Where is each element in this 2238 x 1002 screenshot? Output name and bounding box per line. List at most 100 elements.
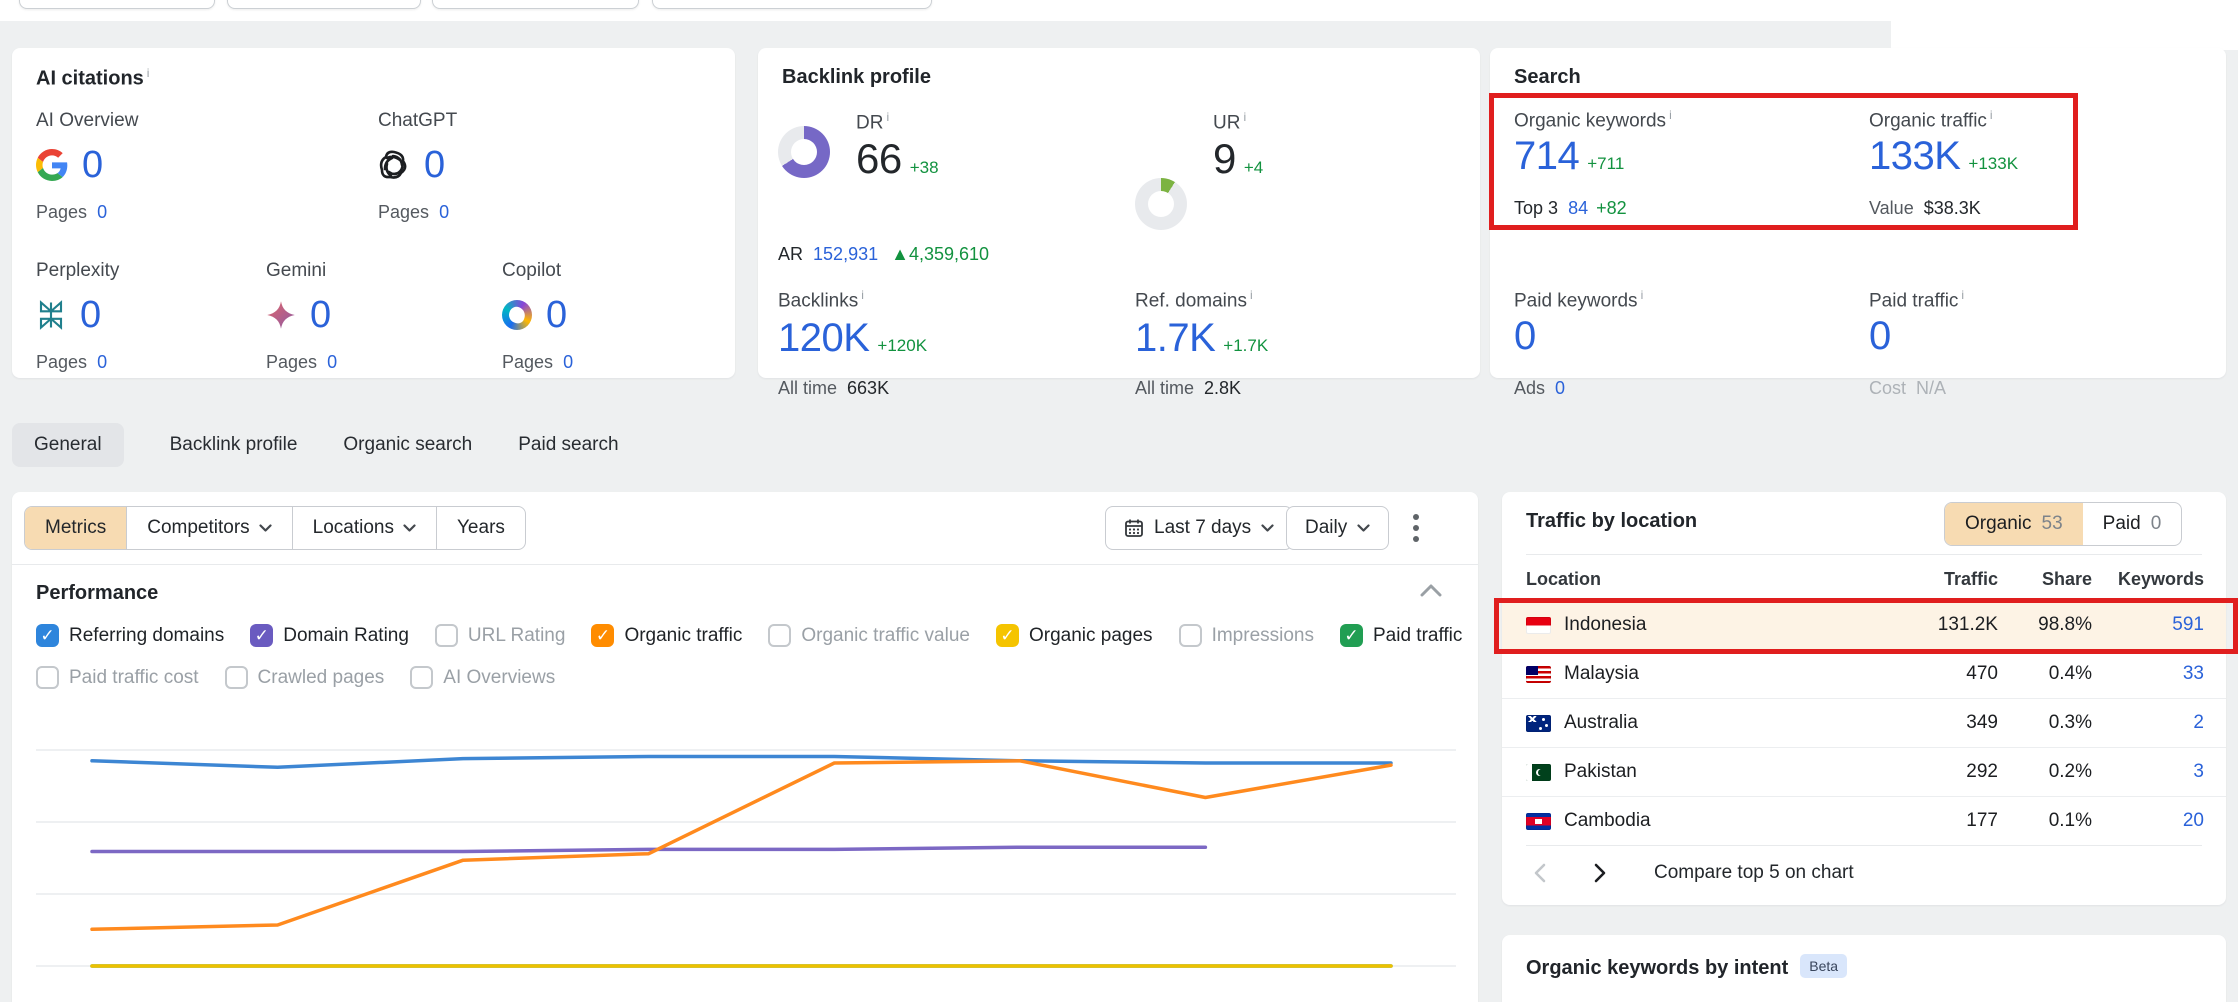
top3-line: Top 3 84+82	[1514, 198, 1627, 219]
organic-keywords-label: Organic keywordsi	[1514, 108, 1672, 132]
ai-overview-count[interactable]: 0	[82, 146, 103, 184]
checkbox-icon	[410, 666, 433, 689]
ai-item-copilot: Copilot 0 Pages 0	[502, 260, 573, 373]
checkbox-paid-traffic-cost[interactable]: Paid traffic cost	[36, 666, 199, 689]
tab-organic-search[interactable]: Organic search	[343, 434, 472, 456]
copilot-icon	[502, 300, 532, 330]
paid-keywords-label: Paid keywordsi	[1514, 288, 1643, 312]
performance-legend-row-1: Referring domains Domain Rating URL Rati…	[36, 624, 1462, 647]
keywords-link[interactable]: 20	[2092, 810, 2204, 832]
perplexity-count[interactable]: 0	[80, 296, 101, 334]
divider	[1526, 554, 2202, 555]
backlinks-value[interactable]: 120K	[778, 316, 869, 360]
ref-domains-alltime: All time 2.8K	[1135, 378, 1241, 399]
backlink-profile-card: Backlink profile DRi 66+38 AR 152,931 ▲4…	[758, 48, 1480, 378]
organic-paid-toggle: Organic53 Paid0	[1944, 502, 2182, 546]
domain-input[interactable]	[227, 0, 421, 9]
prev-page-arrow-icon[interactable]	[1526, 858, 1556, 888]
performance-card: Metrics Competitors Locations Years Last…	[12, 492, 1478, 1002]
keywords-link[interactable]: 33	[2092, 663, 2204, 685]
keywords-link[interactable]: 3	[2092, 761, 2204, 783]
backlinks-label: Backlinksi	[778, 288, 864, 312]
ai-citations-card: AI citationsi AI Overview 0 Pages 0 Chat…	[12, 48, 735, 378]
date-range-dropdown[interactable]: Last 7 days	[1105, 506, 1293, 550]
australia-flag	[1526, 715, 1551, 732]
dr-delta: +38	[910, 158, 939, 177]
checkbox-icon	[996, 624, 1019, 647]
checkbox-icon	[225, 666, 248, 689]
checkbox-icon	[36, 666, 59, 689]
dr-donut-chart	[778, 126, 830, 178]
table-row-malaysia[interactable]: Malaysia 470 0.4% 33	[1502, 649, 2226, 698]
indonesia-flag	[1526, 617, 1551, 634]
table-row-pakistan[interactable]: Pakistan 292 0.2% 3	[1502, 747, 2226, 796]
tab-backlink-profile[interactable]: Backlink profile	[170, 434, 298, 456]
ai-citations-title: AI citationsi	[36, 66, 149, 91]
ref-domains-value-row: 1.7K+1.7K	[1135, 318, 1268, 358]
tab-paid-search[interactable]: Paid search	[518, 434, 618, 456]
ads-line: Ads 0	[1514, 378, 1565, 399]
paid-keywords-value[interactable]: 0	[1514, 314, 1536, 358]
backlink-profile-title: Backlink profile	[782, 66, 931, 89]
table-row-australia[interactable]: Australia 349 0.3% 2	[1502, 698, 2226, 747]
checkbox-organic-pages[interactable]: Organic pages	[996, 624, 1153, 647]
search-card: Search Organic keywordsi 714+711 Top 3 8…	[1490, 48, 2226, 378]
table-row-cambodia[interactable]: Cambodia 177 0.1% 20	[1502, 796, 2226, 845]
copilot-count[interactable]: 0	[546, 296, 567, 334]
chart-line-domain-rating	[92, 847, 1205, 851]
paid-traffic-value-row: 0	[1869, 316, 1891, 356]
google-icon	[36, 149, 68, 181]
years-button[interactable]: Years	[436, 507, 525, 549]
checkbox-ai-overviews[interactable]: AI Overviews	[410, 666, 555, 689]
chatgpt-count[interactable]: 0	[424, 146, 445, 184]
keywords-by-intent-card: Organic keywords by intentBeta	[1502, 935, 2226, 1002]
organic-traffic-value-row: 133K+133K	[1869, 136, 2018, 176]
kebab-menu-icon[interactable]	[1412, 512, 1420, 544]
granularity-dropdown[interactable]: Daily	[1286, 506, 1389, 550]
collapse-chevron-up-icon[interactable]	[1420, 584, 1442, 597]
traffic-value-line: Value $38.3K	[1869, 198, 1981, 219]
checkbox-crawled-pages[interactable]: Crawled pages	[225, 666, 385, 689]
ref-domains-value[interactable]: 1.7K	[1135, 316, 1215, 360]
table-row-indonesia[interactable]: Indonesia 131.2K 98.8% 591	[1502, 600, 2226, 649]
chatgpt-pages: Pages 0	[378, 202, 457, 223]
perplexity-icon	[36, 300, 66, 330]
ai-item-chatgpt: ChatGPT 0 Pages 0	[378, 110, 457, 223]
keywords-link[interactable]: 591	[2092, 614, 2204, 636]
search-title: Search	[1514, 66, 1581, 89]
checkbox-icon	[1179, 624, 1202, 647]
tab-general[interactable]: General	[12, 423, 124, 467]
next-page-arrow-icon[interactable]	[1584, 858, 1614, 888]
competitors-dropdown[interactable]: Competitors	[126, 507, 291, 549]
gemini-count[interactable]: 0	[310, 296, 331, 334]
chevron-down-icon	[1261, 524, 1274, 532]
beta-badge: Beta	[1800, 954, 1847, 978]
locations-dropdown[interactable]: Locations	[292, 507, 436, 549]
keywords-link[interactable]: 2	[2092, 712, 2204, 734]
ai-overview-pages: Pages 0	[36, 202, 138, 223]
pakistan-flag	[1526, 764, 1551, 781]
paid-traffic-value[interactable]: 0	[1869, 314, 1891, 358]
checkbox-organic-traffic-value[interactable]: Organic traffic value	[768, 624, 970, 647]
ref-domains-label: Ref. domainsi	[1135, 288, 1253, 312]
domain-input[interactable]	[652, 0, 932, 9]
checkbox-icon	[1340, 624, 1363, 647]
domain-input[interactable]	[19, 0, 215, 9]
checkbox-paid-traffic[interactable]: Paid traffic	[1340, 624, 1462, 647]
organic-traffic-value[interactable]: 133K	[1869, 134, 1960, 178]
metrics-button[interactable]: Metrics	[25, 507, 126, 549]
performance-line-chart[interactable]	[12, 700, 1478, 1002]
domain-input[interactable]	[432, 0, 639, 9]
checkbox-organic-traffic[interactable]: Organic traffic	[591, 624, 742, 647]
toggle-organic[interactable]: Organic53	[1945, 503, 2083, 545]
checkbox-domain-rating[interactable]: Domain Rating	[250, 624, 409, 647]
checkbox-referring-domains[interactable]: Referring domains	[36, 624, 224, 647]
checkbox-impressions[interactable]: Impressions	[1179, 624, 1314, 647]
ai-item-gemini: Gemini 0 Pages 0	[266, 260, 337, 373]
toggle-paid[interactable]: Paid0	[2083, 503, 2182, 545]
compare-top5-link[interactable]: Compare top 5 on chart	[1654, 862, 1854, 884]
dr-label: DRi	[856, 110, 889, 134]
ai-item-ai-overview: AI Overview 0 Pages 0	[36, 110, 138, 223]
checkbox-url-rating[interactable]: URL Rating	[435, 624, 566, 647]
organic-keywords-value[interactable]: 714	[1514, 134, 1579, 178]
